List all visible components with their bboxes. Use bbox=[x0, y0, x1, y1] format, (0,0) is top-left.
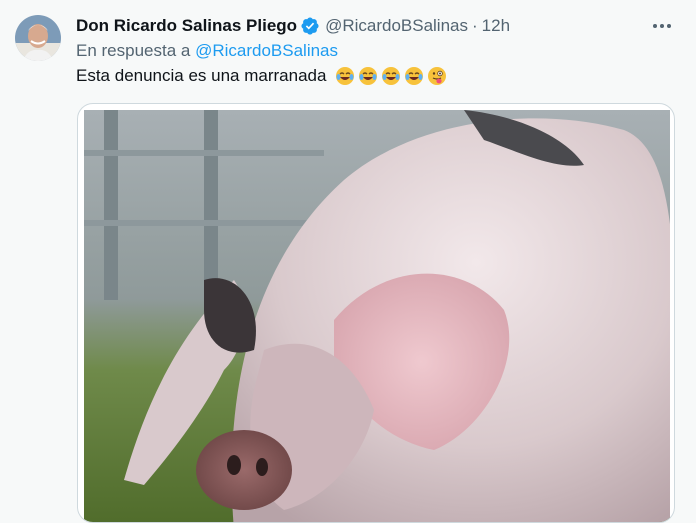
separator-dot: · bbox=[472, 16, 478, 35]
tweet-media[interactable] bbox=[77, 103, 675, 523]
timestamp[interactable]: 12h bbox=[482, 16, 510, 36]
more-options-icon[interactable] bbox=[650, 16, 674, 36]
user-handle[interactable]: @RicardoBSalinas bbox=[325, 16, 468, 36]
reply-prefix: En respuesta a bbox=[76, 41, 196, 60]
display-name[interactable]: Don Ricardo Salinas Pliego bbox=[76, 16, 297, 36]
winking-face-with-tongue-icon bbox=[427, 66, 447, 86]
reply-context: En respuesta a @RicardoBSalinas bbox=[76, 41, 338, 61]
verified-badge-icon bbox=[300, 16, 320, 36]
face-with-tears-of-joy-icon bbox=[381, 66, 401, 86]
tweet-header: Don Ricardo Salinas Pliego @RicardoBSali… bbox=[76, 15, 510, 37]
face-with-tears-of-joy-icon bbox=[404, 66, 424, 86]
reply-handle-link[interactable]: @RicardoBSalinas bbox=[195, 41, 338, 60]
tweet-body: Esta denuncia es una marranada bbox=[76, 66, 327, 85]
face-with-tears-of-joy-icon bbox=[335, 66, 355, 86]
tweet[interactable]: Don Ricardo Salinas Pliego @RicardoBSali… bbox=[0, 0, 696, 523]
pig-photo[interactable] bbox=[84, 110, 670, 522]
avatar[interactable] bbox=[15, 15, 61, 61]
tweet-text: Esta denuncia es una marranada bbox=[76, 66, 447, 86]
face-with-tears-of-joy-icon bbox=[358, 66, 378, 86]
